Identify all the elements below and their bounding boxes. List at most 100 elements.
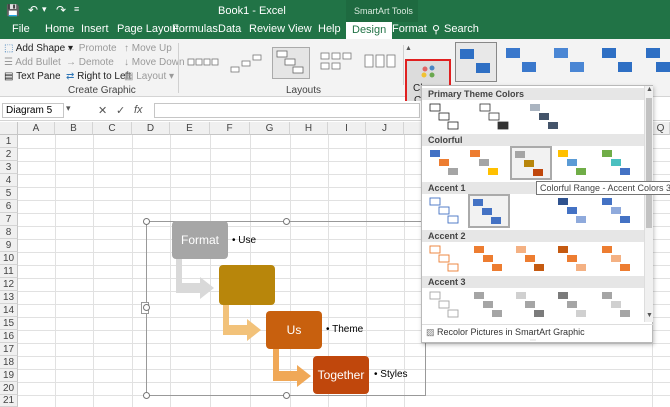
color-option-colorful-3-selected[interactable] [510,146,552,180]
row-header-20[interactable]: 20 [0,382,18,395]
row-header-17[interactable]: 17 [0,343,18,356]
tab-formulas[interactable]: Formulas [172,23,218,35]
color-option-accent1-1[interactable] [428,196,466,226]
color-option-colorful-4[interactable] [556,148,594,178]
row-header-18[interactable]: 18 [0,356,18,369]
name-box[interactable]: Diagram 5 [2,103,64,118]
demote-button[interactable]: → Demote [66,57,114,68]
column-header-f[interactable]: F [210,122,250,135]
insert-function-icon[interactable]: fx [134,104,143,116]
column-header-j[interactable]: J [366,122,404,135]
row-header-2[interactable]: 2 [0,148,18,161]
color-option-accent3-3[interactable] [514,290,552,320]
layout-option-selected[interactable] [272,47,310,79]
color-option-accent3-2[interactable] [472,290,510,320]
row-header-3[interactable]: 3 [0,161,18,174]
scroll-up-icon[interactable]: ▲ [405,45,412,52]
row-header-8[interactable]: 8 [0,226,18,239]
tab-design[interactable]: Design [346,22,393,39]
color-option-accent2-3[interactable] [514,244,552,274]
tab-data[interactable]: Data [218,23,241,35]
color-option-colorful-1[interactable] [428,148,466,178]
layout-option-4[interactable] [318,47,356,79]
add-bullet-button[interactable]: ☰ Add Bullet [4,57,61,68]
right-to-left-button[interactable]: ⇄ Right to Left [66,71,131,82]
row-header-6[interactable]: 6 [0,200,18,213]
formula-input[interactable] [154,103,420,118]
smartart-style-1[interactable] [455,42,497,82]
color-option-accent1-5[interactable] [600,196,638,226]
smartart-box-1[interactable]: Format [172,221,228,259]
row-header-10[interactable]: 10 [0,252,18,265]
layout-button[interactable]: ▦ Layout ▾ [124,71,174,82]
resize-handle[interactable] [143,392,150,399]
color-option-accent3-5[interactable] [600,290,638,320]
smartart-style-5[interactable] [642,42,670,82]
promote-button[interactable]: ← Promote [66,43,117,54]
save-icon[interactable]: 💾 [6,4,20,17]
column-header-i[interactable]: I [328,122,366,135]
enter-icon[interactable]: ✓ [116,104,125,117]
color-option-accent2-5[interactable] [600,244,638,274]
smartart-style-3[interactable] [550,42,592,82]
color-option-primary-2[interactable] [478,102,516,132]
column-header-d[interactable]: D [132,122,170,135]
text-pane-button[interactable]: ▤ Text Pane [4,71,61,82]
tab-help[interactable]: Help [318,23,341,35]
tab-page-layout[interactable]: Page Layout [117,23,179,35]
name-box-dropdown-icon[interactable]: ▾ [66,103,71,114]
column-header-c[interactable]: C [93,122,132,135]
row-header-9[interactable]: 9 [0,239,18,252]
undo-icon[interactable]: ↶ [28,3,38,17]
color-option-primary-1[interactable] [428,102,466,132]
color-option-accent2-1[interactable] [428,244,466,274]
tab-home[interactable]: Home [45,23,74,35]
recolor-pictures-item[interactable]: ▨ Recolor Pictures in SmartArt Graphic [426,327,585,338]
color-option-accent2-4[interactable] [556,244,594,274]
color-option-accent1-4[interactable] [556,196,594,226]
color-option-colorful-2[interactable] [468,148,506,178]
scroll-up-icon[interactable]: ▲ [646,86,653,93]
row-header-1[interactable]: 1 [0,135,18,148]
customize-qat-icon[interactable]: ≡ [74,4,79,14]
row-header-14[interactable]: 14 [0,304,18,317]
row-header-21[interactable]: 21 [0,395,18,407]
search-icon[interactable]: ⚲ [432,23,440,36]
redo-icon[interactable]: ↷ [56,3,66,17]
smartart-style-2[interactable] [502,42,544,82]
tab-view[interactable]: View [288,23,312,35]
layout-option-2[interactable] [228,47,266,79]
row-header-11[interactable]: 11 [0,265,18,278]
smartart-box-4[interactable]: Together [313,356,369,394]
tab-file[interactable]: File [12,23,30,35]
layout-option-5[interactable] [362,47,400,79]
move-down-button[interactable]: ↓ Move Down [124,57,185,68]
row-header-13[interactable]: 13 [0,291,18,304]
undo-dropdown-icon[interactable]: ▾ [42,4,47,15]
scroll-down-icon[interactable]: ▼ [646,312,653,319]
column-header-q[interactable]: Q [652,122,670,135]
tab-insert[interactable]: Insert [81,23,109,35]
tell-me-search[interactable]: Search [444,23,479,35]
column-header-a[interactable]: A [18,122,55,135]
resize-handle[interactable] [283,218,290,225]
color-option-accent1-2-hover[interactable] [468,194,510,228]
column-header-e[interactable]: E [170,122,210,135]
row-header-16[interactable]: 16 [0,330,18,343]
color-option-accent3-1[interactable] [428,290,466,320]
move-up-button[interactable]: ↑ Move Up [124,43,172,54]
row-header-4[interactable]: 4 [0,174,18,187]
resize-handle[interactable] [143,218,150,225]
column-header-h[interactable]: H [290,122,328,135]
smartart-style-4[interactable] [598,42,640,82]
column-header-g[interactable]: G [250,122,290,135]
color-option-accent2-2[interactable] [472,244,510,274]
row-header-19[interactable]: 19 [0,369,18,382]
column-header-b[interactable]: B [55,122,93,135]
resize-grip-icon[interactable]: ⋯ [530,337,536,344]
row-header-12[interactable]: 12 [0,278,18,291]
select-all-corner[interactable] [0,122,18,135]
tab-format[interactable]: Format [392,23,427,35]
row-header-15[interactable]: 15 [0,317,18,330]
smartart-box-2[interactable] [219,265,275,305]
